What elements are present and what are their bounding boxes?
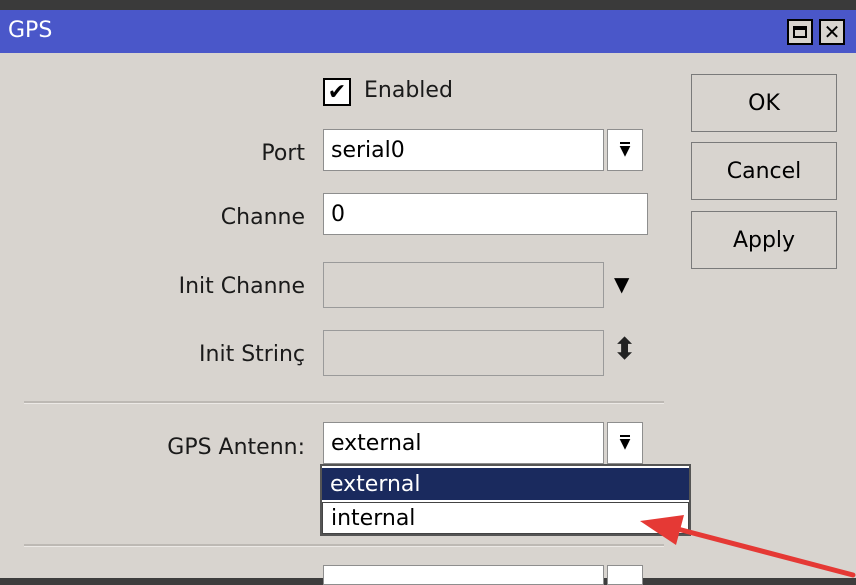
window-title: GPS — [8, 18, 53, 43]
option-internal[interactable]: internal — [322, 502, 689, 534]
gps-antenna-dropdown-button[interactable]: ▼ — [607, 422, 643, 464]
close-button[interactable]: ✕ — [819, 19, 845, 45]
dropdown-arrow-icon: ▼ — [619, 435, 631, 452]
port-dropdown-button[interactable]: ▼ — [607, 129, 643, 171]
next-field[interactable] — [323, 565, 604, 585]
channel-label: Channe — [220, 205, 305, 230]
init-channel-select[interactable] — [323, 262, 604, 308]
channel-value: 0 — [331, 201, 345, 227]
gps-antenna-options-list: external internal — [320, 464, 691, 536]
maximize-icon — [793, 26, 807, 38]
close-icon: ✕ — [823, 20, 841, 44]
annotation-arrow-icon — [640, 515, 856, 578]
port-label: Port — [261, 141, 305, 166]
init-string-input[interactable] — [323, 330, 604, 376]
separator — [24, 544, 664, 547]
init-channel-dropdown-icon[interactable]: ▼ — [614, 272, 629, 296]
separator — [24, 401, 664, 404]
gps-antenna-select[interactable]: external — [323, 422, 604, 464]
screen-background — [0, 0, 856, 10]
channel-input[interactable]: 0 — [323, 193, 648, 235]
port-value: serial0 — [331, 137, 405, 163]
spin-updown-icon[interactable]: ⬍ — [612, 335, 637, 365]
checkmark-icon: ✔ — [327, 79, 347, 105]
dropdown-arrow-icon: ▼ — [619, 142, 631, 159]
option-external[interactable]: external — [322, 468, 689, 500]
ok-button[interactable]: OK — [691, 74, 837, 132]
init-string-label: Init Strinç — [199, 342, 305, 367]
enabled-checkbox[interactable]: ✔ — [323, 78, 351, 106]
port-select[interactable]: serial0 — [323, 129, 604, 171]
gps-antenna-label: GPS Antenn: — [167, 435, 305, 460]
gps-antenna-value: external — [331, 430, 422, 456]
title-bar[interactable]: GPS ✕ — [0, 10, 856, 53]
enabled-label: Enabled — [364, 78, 453, 103]
apply-button[interactable]: Apply — [691, 211, 837, 269]
init-channel-label: Init Channe — [178, 274, 305, 299]
maximize-button[interactable] — [787, 19, 813, 45]
next-dropdown-button[interactable] — [607, 565, 643, 585]
cancel-button[interactable]: Cancel — [691, 142, 837, 200]
